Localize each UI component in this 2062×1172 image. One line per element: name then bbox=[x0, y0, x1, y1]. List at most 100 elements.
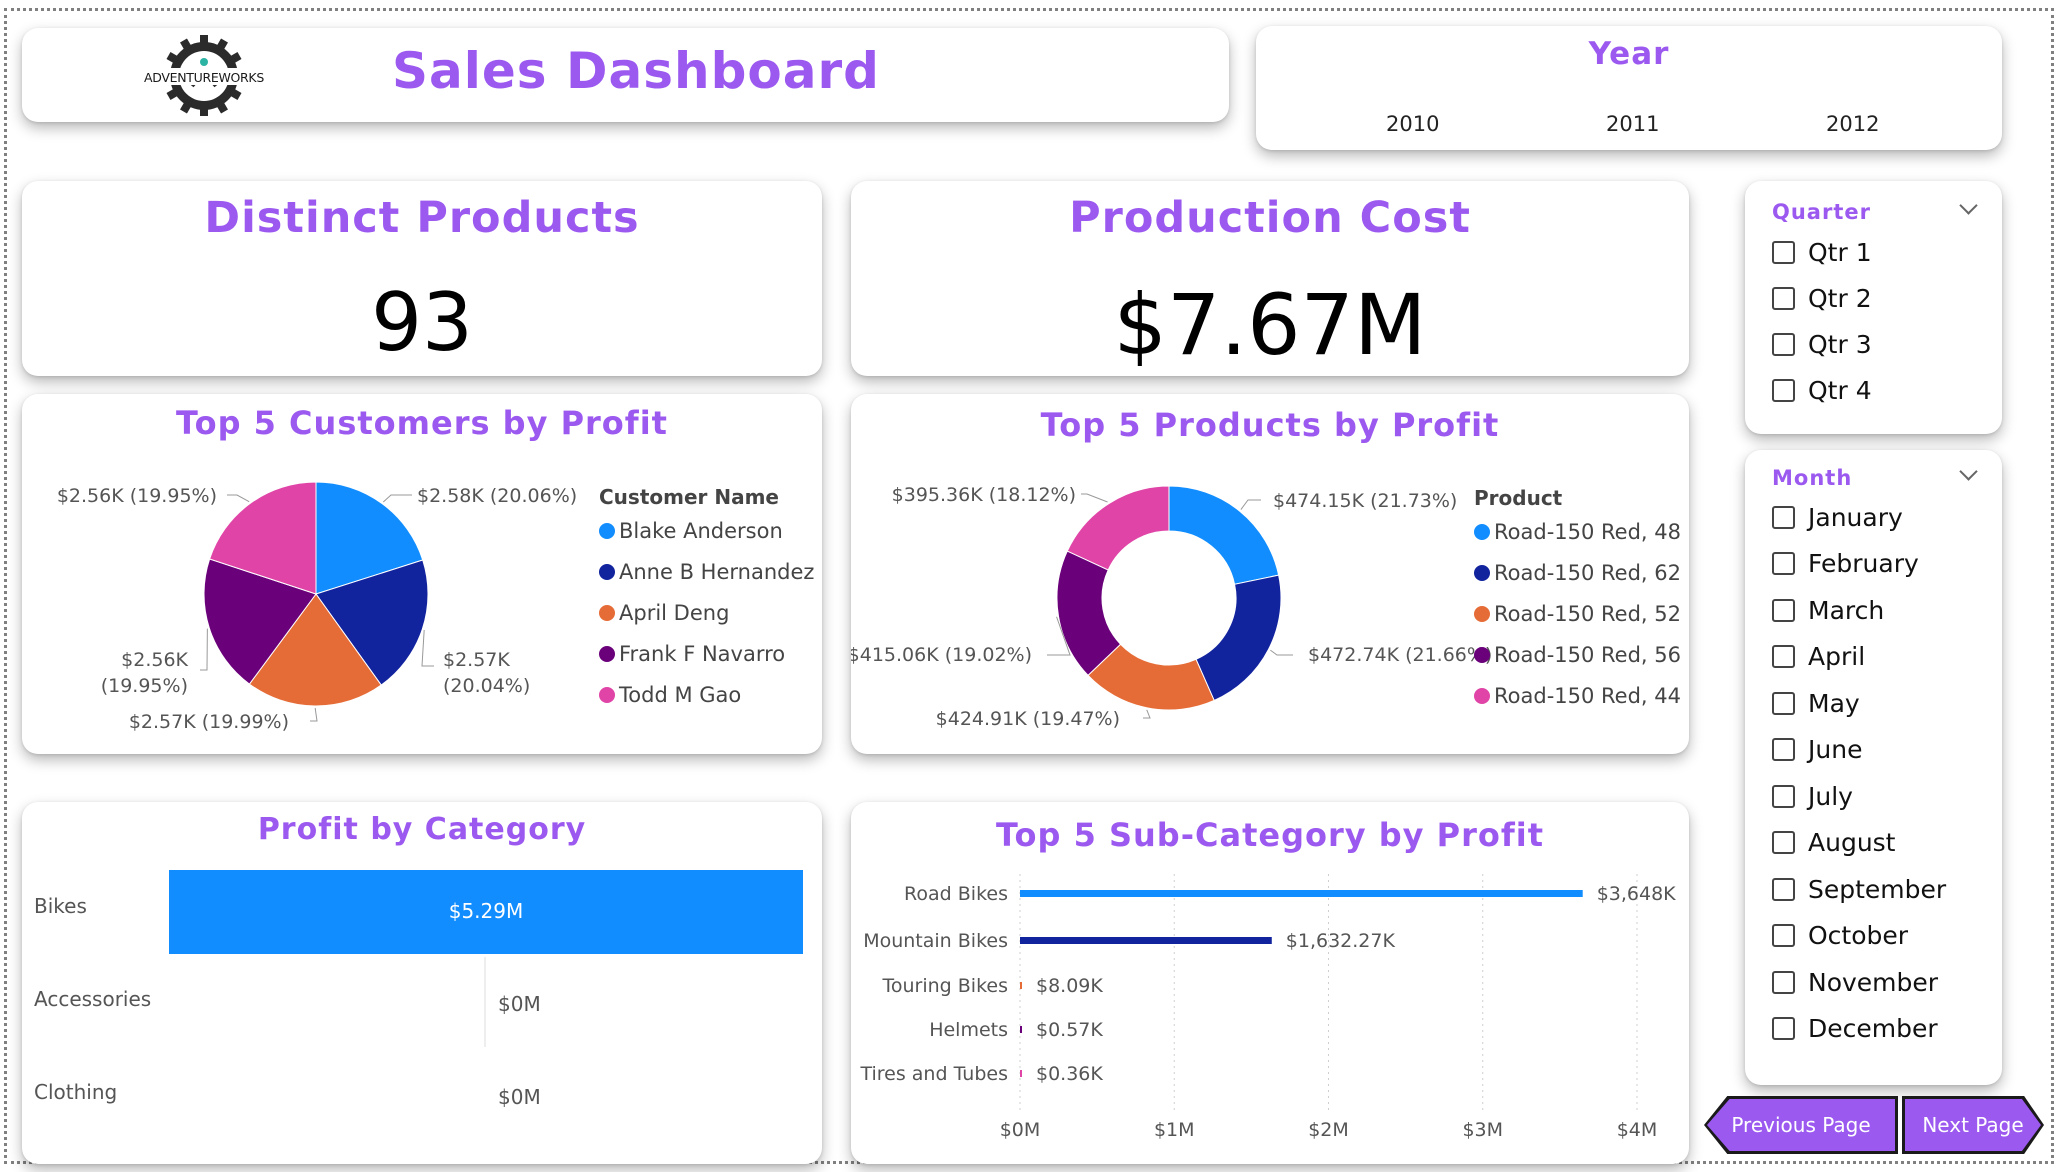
distinct-products-value: 93 bbox=[371, 276, 473, 369]
data-label: $424.91K (19.47%) bbox=[936, 708, 1120, 730]
checkbox[interactable] bbox=[1772, 877, 1795, 901]
checkbox[interactable] bbox=[1772, 970, 1795, 994]
production-cost-card: Production Cost $7.67M bbox=[851, 181, 1689, 376]
subcategory-bar-chart: $0M $1M $2M $3M $4M Road Bikes $3,648K Mountain… bbox=[859, 874, 1676, 1141]
data-label: $0M bbox=[498, 1085, 541, 1109]
legend-item: Road-150 Red, 48 bbox=[1494, 520, 1681, 544]
data-label: $395.36K (18.12%) bbox=[892, 484, 1076, 506]
month-slicer-title: Month bbox=[1772, 466, 1853, 490]
month-slicer: Month January February March April May June Ju… bbox=[1745, 450, 2002, 1085]
quarter-option-label: Qtr 2 bbox=[1808, 283, 1872, 313]
checkbox[interactable] bbox=[1772, 332, 1795, 356]
month-option-august[interactable]: August bbox=[1772, 828, 1896, 858]
quarter-option-label: Qtr 3 bbox=[1808, 329, 1872, 359]
month-option-september[interactable]: September bbox=[1772, 874, 1946, 904]
data-label: $2.56K (19.95%) bbox=[57, 485, 217, 507]
data-label: $2.57K bbox=[443, 649, 510, 671]
x-tick-label: $3M bbox=[1462, 1119, 1503, 1141]
previous-page-button[interactable]: Previous Page bbox=[1707, 1099, 1895, 1151]
checkbox[interactable] bbox=[1772, 784, 1795, 808]
quarter-option-label: Qtr 4 bbox=[1808, 375, 1872, 405]
data-label: $2.56K bbox=[121, 649, 188, 671]
legend-item: Todd M Gao bbox=[618, 683, 741, 707]
month-option-may[interactable]: May bbox=[1772, 688, 1860, 718]
checkbox[interactable] bbox=[1772, 286, 1795, 310]
quarter-option-qtr-1[interactable]: Qtr 1 bbox=[1772, 237, 1872, 267]
month-option-july[interactable]: July bbox=[1772, 781, 1853, 811]
legend-marker bbox=[1474, 688, 1490, 704]
month-option-label: July bbox=[1808, 781, 1853, 811]
production-cost-label: Production Cost bbox=[1069, 193, 1471, 243]
year-2010[interactable]: 2010 bbox=[1386, 112, 1439, 136]
month-option-november[interactable]: November bbox=[1772, 967, 1938, 997]
data-label: $3,648K bbox=[1597, 883, 1676, 905]
data-label: $2.58K (20.06%) bbox=[417, 485, 577, 507]
x-tick-label: $1M bbox=[1154, 1119, 1195, 1141]
legend-item: Blake Anderson bbox=[619, 519, 783, 543]
checkbox[interactable] bbox=[1772, 240, 1795, 264]
checkbox[interactable] bbox=[1772, 378, 1795, 402]
subcategory-bar bbox=[1020, 890, 1583, 897]
quarter-slicer-title: Quarter bbox=[1772, 200, 1871, 224]
legend-item: Road-150 Red, 44 bbox=[1494, 684, 1681, 708]
subcategory-bar bbox=[1020, 937, 1272, 944]
checkbox[interactable] bbox=[1772, 598, 1795, 622]
checkbox[interactable] bbox=[1772, 1017, 1795, 1040]
chevron-down-icon[interactable] bbox=[1959, 462, 1978, 481]
month-option-label: April bbox=[1808, 642, 1866, 671]
checkbox[interactable] bbox=[1772, 645, 1795, 668]
legend-item: April Deng bbox=[619, 601, 729, 625]
year-slicer-title: Year bbox=[1588, 36, 1670, 72]
month-option-april[interactable]: April bbox=[1772, 642, 1865, 672]
quarter-option-qtr-2[interactable]: Qtr 2 bbox=[1772, 283, 1872, 313]
production-cost-value: $7.67M bbox=[1113, 276, 1427, 374]
logo-text: ADVENTUREWORKS bbox=[144, 70, 264, 85]
subcategory-bar-card: Top 5 Sub-Category by Profit $0M $1M $2M $3… bbox=[851, 802, 1689, 1164]
month-option-june[interactable]: June bbox=[1772, 735, 1862, 765]
month-option-october[interactable]: October bbox=[1772, 921, 1908, 951]
month-option-march[interactable]: March bbox=[1772, 595, 1884, 625]
month-option-february[interactable]: February bbox=[1772, 549, 1919, 579]
checkbox[interactable] bbox=[1772, 831, 1795, 854]
chevron-down-icon[interactable] bbox=[1959, 196, 1978, 215]
page-title: Sales Dashboard bbox=[392, 42, 880, 100]
leader-line bbox=[227, 494, 250, 503]
data-label: $415.06K (19.02%) bbox=[851, 644, 1032, 666]
category-label: Bikes bbox=[34, 894, 87, 918]
checkbox[interactable] bbox=[1772, 924, 1795, 947]
products-donut-card: Top 5 Products by Profit $474.15K (21.73… bbox=[851, 394, 1689, 754]
data-label: (20.04%) bbox=[443, 675, 530, 697]
legend-marker bbox=[599, 687, 615, 703]
checkbox[interactable] bbox=[1772, 738, 1795, 761]
year-2011[interactable]: 2011 bbox=[1606, 112, 1659, 136]
month-option-january[interactable]: January bbox=[1772, 502, 1903, 532]
legend-marker bbox=[1474, 647, 1490, 663]
month-option-label: October bbox=[1808, 921, 1909, 950]
category-label: Accessories bbox=[34, 987, 151, 1011]
pie-slice bbox=[1066, 485, 1170, 571]
data-label: $1,632.27K bbox=[1286, 930, 1396, 952]
category-label: Helmets bbox=[929, 1019, 1008, 1041]
quarter-slicer: Quarter Qtr 1 Qtr 2 Qtr 3 Qtr 4 bbox=[1745, 181, 2002, 434]
x-tick-label: $4M bbox=[1617, 1119, 1658, 1141]
data-label: $8.09K bbox=[1036, 975, 1103, 997]
category-label: Tires and Tubes bbox=[859, 1063, 1008, 1085]
year-2012[interactable]: 2012 bbox=[1826, 112, 1879, 136]
checkbox[interactable] bbox=[1772, 505, 1795, 529]
month-option-label: January bbox=[1808, 502, 1903, 532]
subcategory-bar bbox=[1020, 1070, 1022, 1077]
quarter-option-qtr-3[interactable]: Qtr 3 bbox=[1772, 329, 1872, 359]
checkbox[interactable] bbox=[1772, 552, 1795, 575]
checkbox[interactable] bbox=[1772, 691, 1795, 715]
month-option-label: March bbox=[1808, 595, 1885, 625]
legend-item: Anne B Hernandez bbox=[619, 560, 814, 584]
quarter-option-qtr-4[interactable]: Qtr 4 bbox=[1772, 375, 1872, 405]
pie-slice bbox=[1195, 574, 1282, 702]
next-page-button[interactable]: Next Page bbox=[1905, 1099, 2041, 1151]
month-option-december[interactable]: December bbox=[1772, 1014, 1938, 1044]
products-donut-chart: $474.15K (21.73%) $472.74K (21.66%) $424.9… bbox=[851, 484, 1681, 730]
x-tick-label: $0M bbox=[1000, 1119, 1041, 1141]
x-tick-label: $2M bbox=[1308, 1119, 1349, 1141]
month-option-label: September bbox=[1808, 874, 1947, 904]
category-label: Mountain Bikes bbox=[863, 930, 1008, 952]
